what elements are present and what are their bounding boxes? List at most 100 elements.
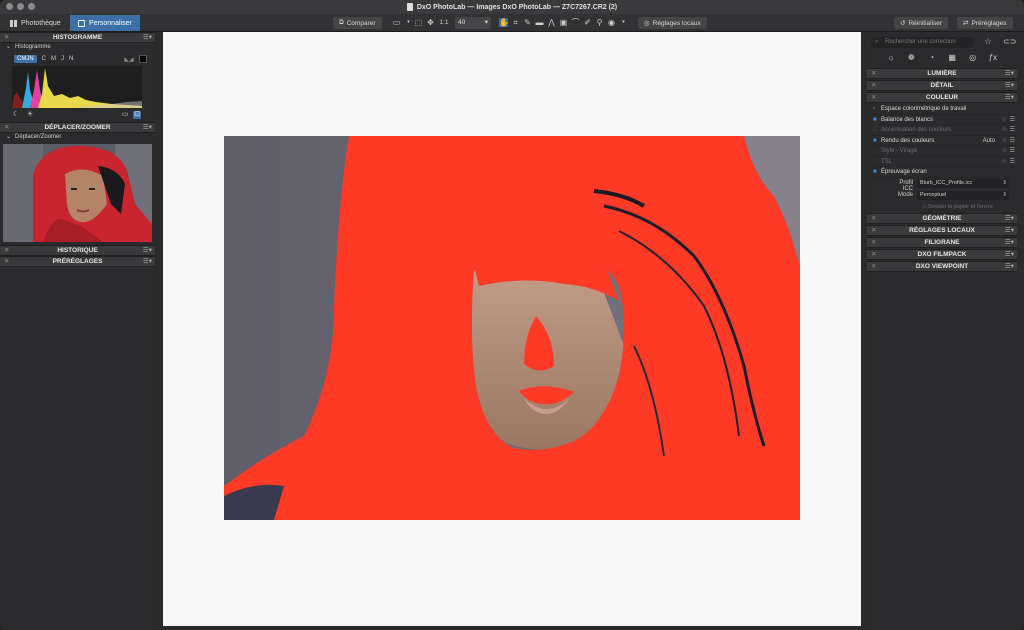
panel-menu-icon[interactable]: ☰▾ (1005, 226, 1014, 236)
star-icon[interactable]: ☆ (1002, 146, 1007, 156)
minimize-window-button[interactable] (17, 3, 24, 10)
sun-icon[interactable]: ☀ (26, 111, 34, 119)
color-category-icon[interactable]: ❁ (905, 52, 917, 64)
panel-menu-icon[interactable]: ☰▾ (1005, 262, 1014, 272)
panel-menu-icon[interactable]: ☰▾ (1005, 93, 1014, 103)
correction-search-input[interactable]: Rechercher une correction (871, 37, 975, 48)
geometrie-palette-header[interactable]: ✕ GÉOMÉTRIE ☰▾ (867, 212, 1017, 224)
histogram-panel-header[interactable]: ✕ HISTOGRAMME ☰▾ (0, 32, 155, 43)
close-panel-icon[interactable]: ✕ (4, 123, 9, 133)
left-panel-splitter[interactable] (155, 32, 163, 630)
navigator-thumbnail[interactable] (3, 144, 152, 242)
item-menu-icon[interactable]: ☰ (1010, 146, 1015, 156)
item-menu-icon[interactable]: ☰ (1010, 115, 1015, 125)
close-panel-icon[interactable]: ✕ (871, 250, 876, 260)
list-item-balance[interactable]: ■ Balance des blancs ☆ ☰ (867, 115, 1017, 125)
reset-button[interactable]: ↺ Réinitialiser (894, 17, 949, 29)
fit-screen-icon[interactable]: ⬚ (414, 18, 423, 27)
close-panel-icon[interactable]: ✕ (4, 33, 9, 43)
preview-eye-icon[interactable]: ◉ (607, 18, 616, 27)
close-panel-icon[interactable]: ✕ (871, 262, 876, 272)
panel-menu-icon[interactable]: ☰▾ (143, 246, 152, 256)
star-icon[interactable]: ☆ (1002, 115, 1007, 125)
channel-tab-c[interactable]: C (42, 56, 46, 62)
reglages-locaux-palette-header[interactable]: ✕ RÉGLAGES LOCAUX ☰▾ (867, 224, 1017, 236)
close-panel-icon[interactable]: ✕ (871, 69, 876, 79)
favorites-star-icon[interactable]: ☆ (983, 37, 993, 47)
item-menu-icon[interactable]: ☰ (1010, 125, 1015, 135)
eyedropper-icon[interactable]: ✎ (523, 18, 532, 27)
soft-proof-icon[interactable]: ⊡ (133, 111, 141, 119)
enabled-check-icon[interactable]: ■ (873, 136, 877, 146)
tab-customize[interactable]: Personnaliser (70, 15, 140, 31)
panel-menu-icon[interactable]: ☰▾ (1005, 238, 1014, 248)
panel-menu-icon[interactable]: ☰▾ (1005, 81, 1014, 91)
display-mode-dropdown-icon[interactable]: ▾ (404, 18, 413, 27)
list-item-accentuation[interactable]: □ Accentuation des couleurs ☆ ☰ (867, 125, 1017, 136)
local-category-icon[interactable]: ◎ (967, 52, 979, 64)
panel-menu-icon[interactable]: ☰▾ (1005, 69, 1014, 79)
close-panel-icon[interactable]: ✕ (871, 238, 876, 248)
panel-menu-icon[interactable]: ☰▾ (143, 257, 152, 267)
image-viewer[interactable] (163, 32, 861, 626)
detail-category-icon[interactable]: ◔ (926, 52, 938, 64)
list-item-espace[interactable]: › Espace colorimétrique de travail (867, 104, 1017, 115)
list-item-tsl[interactable]: TSL ☆ ☰ (867, 157, 1017, 167)
list-item-epreuvage[interactable]: ■ Épreuvage écran (867, 167, 1017, 178)
channel-tab-j[interactable]: J (61, 56, 64, 62)
panel-menu-icon[interactable]: ☰▾ (1005, 214, 1014, 224)
move-zoom-panel-header[interactable]: ✕ DÉPLACER/ZOOMER ☰▾ (0, 122, 155, 133)
monitor-icon[interactable]: ▭ (121, 111, 129, 119)
simulate-paper-checkbox[interactable]: □ Simuler le papier et l'encre (867, 202, 1017, 213)
lumiere-palette-header[interactable]: ✕ LUMIÈRE ☰▾ (867, 68, 1017, 79)
display-mode-icon[interactable]: ▭ (392, 18, 401, 27)
toggle-icon[interactable]: ⊂⊃ (1003, 37, 1016, 47)
history-panel-header[interactable]: ✕ HISTORIQUE ☰▾ (0, 245, 155, 256)
enabled-check-icon[interactable]: ■ (873, 115, 877, 125)
couleur-palette-header[interactable]: ✕ COULEUR ☰▾ (867, 92, 1017, 103)
local-mask-icon[interactable]: ▣ (559, 18, 568, 27)
compare-button[interactable]: ⧉ Comparer (333, 17, 382, 29)
star-icon[interactable]: ☆ (1002, 125, 1007, 135)
filmstrip-splitter[interactable] (163, 626, 861, 630)
ratio-button[interactable]: 1:1 (437, 18, 451, 27)
close-window-button[interactable] (6, 3, 13, 10)
moon-icon[interactable]: ☾ (12, 111, 20, 119)
enabled-check-icon[interactable]: ■ (873, 167, 877, 177)
clipping-warning-icon[interactable]: ◣◢ (124, 56, 133, 63)
light-category-icon[interactable]: ☼ (885, 52, 897, 64)
move-zoom-subheader[interactable]: ⌄ Déplacer/Zoomer (0, 133, 155, 142)
local-adjustments-button[interactable]: ◎ Réglages locaux (638, 17, 707, 29)
straighten-icon[interactable]: ▬ (535, 18, 544, 27)
repair-icon[interactable]: ⚲ (595, 18, 604, 27)
brush-icon[interactable]: ✐ (583, 18, 592, 27)
hand-icon[interactable]: ✋ (499, 18, 509, 27)
presets-button[interactable]: ⇄ Préréglages (957, 17, 1013, 29)
move-icon[interactable]: ✥ (426, 18, 435, 27)
filmpack-palette-header[interactable]: ✕ DXO FILMPACK ☰▾ (867, 248, 1017, 260)
channel-tab-n[interactable]: N (69, 56, 73, 62)
close-panel-icon[interactable]: ✕ (871, 226, 876, 236)
item-menu-icon[interactable]: ☰ (1010, 136, 1015, 146)
close-panel-icon[interactable]: ✕ (4, 257, 9, 267)
star-icon[interactable]: ☆ (1002, 136, 1007, 146)
geometry-category-icon[interactable]: ▦ (946, 52, 958, 64)
list-item-style[interactable]: Style - Virage ☆ ☰ (867, 146, 1017, 157)
detail-palette-header[interactable]: ✕ DÉTAIL ☰▾ (867, 80, 1017, 91)
channel-tab-cmjn[interactable]: CMJN (14, 55, 37, 63)
channel-tab-m[interactable]: M (51, 56, 56, 62)
mode-select[interactable]: Perceptuel (917, 190, 1009, 200)
presets-panel-header[interactable]: ✕ PRÉRÉGLAGES ☰▾ (0, 256, 155, 267)
black-point-swatch[interactable] (138, 55, 147, 63)
perspective-icon[interactable]: ⋀ (547, 18, 556, 27)
crop-icon[interactable]: ⌗ (511, 18, 520, 27)
item-menu-icon[interactable]: ☰ (1010, 157, 1015, 167)
icc-profile-select[interactable]: Blurb_ICC_Profile.icc (917, 178, 1009, 188)
panel-menu-icon[interactable]: ☰▾ (1005, 250, 1014, 260)
effects-category-icon[interactable]: ƒx (987, 52, 999, 64)
histogram-subheader[interactable]: ⌄ Histogramme (0, 43, 155, 52)
main-photo[interactable] (224, 136, 800, 520)
retouch-icon[interactable]: ⌒ (571, 18, 580, 27)
viewpoint-palette-header[interactable]: ✕ DXO VIEWPOINT ☰▾ (867, 260, 1017, 272)
close-panel-icon[interactable]: ✕ (871, 81, 876, 91)
